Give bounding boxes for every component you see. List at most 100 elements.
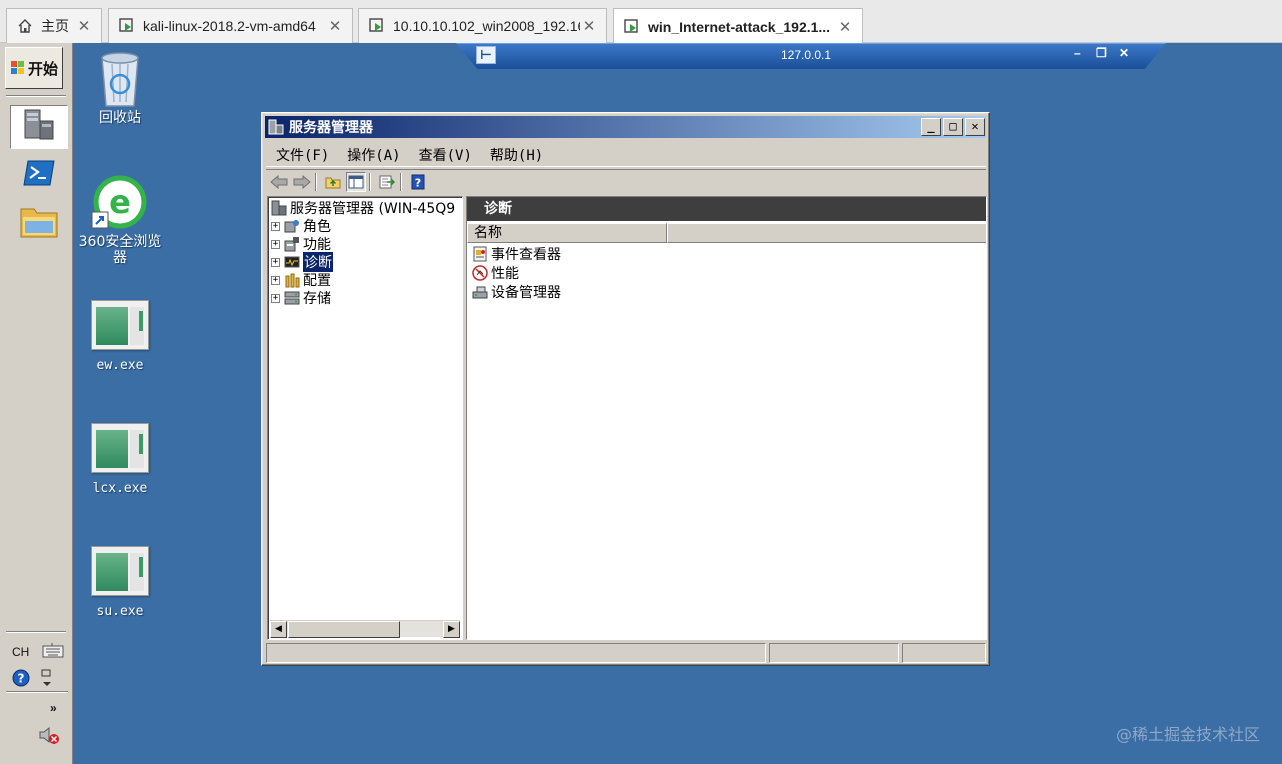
forward-arrow-icon — [293, 174, 311, 189]
tree-item-configuration[interactable]: + 配置 — [271, 271, 331, 289]
column-header-name[interactable]: 名称 — [467, 223, 667, 243]
close-icon[interactable]: ✕ — [836, 18, 854, 36]
lcx-exe-shortcut[interactable]: lcx.exe — [72, 423, 168, 497]
ew-exe-label: ew.exe — [96, 358, 144, 373]
back-arrow-icon — [270, 174, 288, 189]
divider — [6, 691, 68, 693]
close-icon[interactable]: ✕ — [580, 17, 598, 35]
watermark: @稀土掘金技术社区 — [1115, 725, 1260, 744]
status-bar — [266, 643, 987, 663]
diagnostics-icon — [284, 254, 300, 270]
tree-item-features[interactable]: + 功能 — [271, 235, 331, 253]
close-icon[interactable]: ✕ — [75, 17, 93, 35]
guest-taskbar: 开始 CH ? » — [0, 43, 73, 764]
help-book-icon: ? — [411, 174, 425, 189]
server-manager-icon — [21, 107, 57, 147]
console-tree-icon — [348, 175, 364, 188]
tree-item-storage[interactable]: + 存储 — [271, 289, 331, 307]
help-icon[interactable]: ? — [12, 669, 30, 691]
console-tree-pane[interactable]: 服务器管理器 (WIN-45Q9 + 角色 + 功能 + 诊断 + 配置 + 存… — [267, 196, 463, 640]
language-options-icon[interactable] — [40, 668, 54, 692]
expand-toggle[interactable]: + — [271, 257, 280, 267]
rd-minimize-button[interactable]: – — [1074, 46, 1081, 60]
list-item-device-manager[interactable]: 设备管理器 — [472, 282, 561, 301]
event-viewer-icon — [472, 246, 488, 262]
browser-shortcut[interactable]: e 360安全浏览器 — [72, 174, 168, 266]
expand-toggle[interactable]: + — [271, 293, 280, 303]
menu-help[interactable]: 帮助(H) — [490, 145, 543, 165]
export-list-icon — [379, 175, 395, 188]
expand-toggle[interactable]: + — [271, 221, 280, 231]
folder-up-icon — [325, 177, 341, 188]
explorer-quicklaunch[interactable] — [10, 201, 68, 245]
tab-home[interactable]: 主页 ✕ — [6, 8, 102, 43]
volume-muted-icon[interactable] — [38, 725, 60, 749]
expand-toggle[interactable]: + — [271, 239, 280, 249]
column-header-row: 名称 — [467, 223, 986, 243]
recycle-bin-icon — [94, 50, 146, 108]
status-segment — [266, 643, 766, 663]
list-item-performance[interactable]: 性能 — [472, 263, 519, 282]
up-level-button[interactable] — [323, 172, 343, 192]
powershell-icon — [22, 159, 56, 191]
menu-action[interactable]: 操作(A) — [347, 145, 400, 165]
application-icon — [91, 300, 149, 350]
server-manager-quicklaunch[interactable] — [10, 105, 68, 149]
window-titlebar[interactable]: 服务器管理器 _ □ ✕ — [265, 116, 986, 138]
recycle-bin-label: 回收站 — [99, 110, 141, 126]
rd-close-button[interactable]: ✕ — [1119, 46, 1129, 60]
help-button[interactable]: ? — [408, 172, 428, 192]
close-icon[interactable]: ✕ — [326, 17, 344, 35]
start-button[interactable]: 开始 — [5, 47, 63, 89]
scroll-right-button[interactable]: ▶ — [443, 621, 460, 638]
show-hide-tree-button[interactable] — [346, 171, 366, 192]
tray-expand-button[interactable]: » — [50, 701, 57, 715]
svg-text:?: ? — [18, 672, 25, 686]
back-button[interactable] — [269, 172, 289, 192]
export-list-button[interactable] — [377, 172, 397, 192]
rd-connection-title: 127.0.0.1 — [780, 48, 832, 62]
window-title: 服务器管理器 — [289, 120, 373, 136]
server-manager-window: 服务器管理器 _ □ ✕ 文件(F) 操作(A) 查看(V) 帮助(H) ? 服… — [261, 112, 990, 666]
tree-item-root[interactable]: 服务器管理器 (WIN-45Q9 — [271, 199, 455, 217]
column-header-empty[interactable] — [667, 223, 986, 243]
horizontal-scrollbar[interactable]: ◀ ▶ — [270, 620, 460, 638]
menu-file[interactable]: 文件(F) — [276, 145, 329, 165]
windows-flag-icon — [10, 60, 26, 76]
language-indicator[interactable]: CH — [12, 645, 29, 659]
tree-item-diagnostics[interactable]: + 诊断 — [271, 252, 333, 272]
su-exe-shortcut[interactable]: su.exe — [72, 546, 168, 620]
recycle-bin-shortcut[interactable]: 回收站 — [72, 50, 168, 126]
expand-toggle[interactable]: + — [271, 275, 280, 285]
pane-header: 诊断 — [467, 197, 986, 221]
folder-icon — [19, 203, 59, 243]
status-segment — [769, 643, 899, 663]
vm-icon — [119, 18, 135, 34]
scroll-thumb[interactable] — [288, 621, 400, 638]
tree-item-roles[interactable]: + 角色 — [271, 217, 331, 235]
device-manager-icon — [472, 284, 488, 300]
forward-button[interactable] — [292, 172, 312, 192]
lcx-exe-label: lcx.exe — [92, 481, 148, 496]
keyboard-icon[interactable] — [42, 643, 64, 663]
performance-icon — [472, 264, 488, 281]
tab-kali-linux[interactable]: kali-linux-2018.2-vm-amd64 ✕ — [108, 8, 353, 43]
vm-tab-bar: 主页 ✕ kali-linux-2018.2-vm-amd64 ✕ 10.10.… — [0, 0, 1282, 44]
system-tray: CH ? » — [6, 633, 68, 758]
list-item-event-viewer[interactable]: 事件查看器 — [472, 244, 561, 263]
rd-restore-button[interactable]: ❐ — [1096, 46, 1107, 60]
roles-icon — [284, 218, 300, 234]
tab-win-internet-attack[interactable]: win_Internet-attack_192.1... ✕ — [613, 8, 863, 44]
360-browser-icon: e — [90, 174, 150, 234]
ew-exe-shortcut[interactable]: ew.exe — [72, 300, 168, 374]
maximize-button[interactable]: □ — [943, 118, 963, 136]
minimize-button[interactable]: _ — [921, 118, 941, 136]
application-icon — [91, 423, 149, 473]
toolbar-divider — [400, 172, 402, 191]
scroll-left-button[interactable]: ◀ — [270, 621, 287, 638]
tab-win2008[interactable]: 10.10.10.102_win2008_192.168... ✕ — [358, 8, 607, 43]
toolbar: ? — [266, 169, 986, 193]
powershell-quicklaunch[interactable] — [10, 153, 68, 197]
menu-view[interactable]: 查看(V) — [419, 145, 472, 165]
close-button[interactable]: ✕ — [965, 118, 985, 136]
